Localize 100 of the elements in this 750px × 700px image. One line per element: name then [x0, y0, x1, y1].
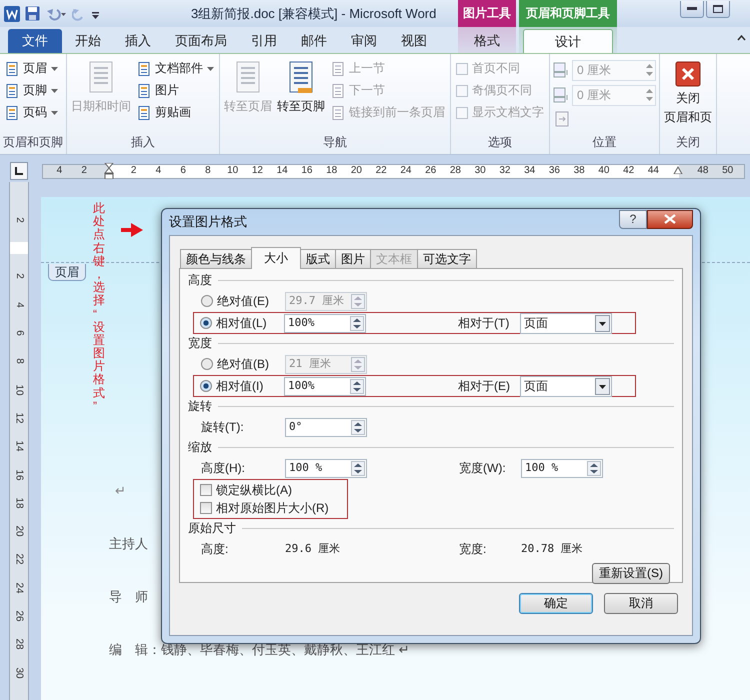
spin-field[interactable]: 100 % [521, 458, 603, 478]
radio-label: 相对值(I) [216, 378, 264, 394]
ribbon-button[interactable]: 剪贴画 [135, 103, 216, 122]
maximize-button[interactable] [706, 1, 730, 18]
ok-button[interactable]: 确定 [519, 593, 593, 614]
ruler-number: 48 [696, 165, 710, 177]
ruler-number: 4 [13, 302, 25, 308]
ribbon-tab[interactable]: 视图 [390, 29, 438, 53]
ruler-number: 24 [399, 165, 412, 177]
ribbon-button[interactable]: 文档部件 [135, 59, 216, 78]
ruler-number: 18 [325, 165, 338, 177]
tab-stop-icon [15, 167, 23, 175]
spin-field[interactable]: 100 % [285, 458, 367, 478]
ruler-number: 44 [646, 165, 660, 177]
cancel-button[interactable]: 取消 [604, 593, 678, 614]
ribbon-tab[interactable]: 页面布局 [164, 29, 238, 53]
dialog-tab[interactable]: 大小 [251, 247, 301, 269]
radio-label: 绝对值(B) [217, 356, 269, 372]
checkbox[interactable] [200, 502, 212, 514]
close-icon [675, 61, 701, 87]
checkbox[interactable] [200, 484, 212, 496]
dropdown[interactable]: 页面 [520, 376, 612, 396]
ruler-number: 36 [548, 165, 561, 177]
undo-icon[interactable] [45, 6, 67, 20]
ribbon-button[interactable]: 页脚 [3, 81, 60, 100]
radio-button[interactable] [200, 316, 212, 329]
spin-arrows-icon [351, 460, 365, 476]
ruler-number: 10 [226, 165, 240, 177]
field-label: 高度(H): [201, 460, 246, 476]
field-label: 旋转(T): [201, 420, 245, 434]
ruler-number: 16 [300, 165, 314, 177]
ribbon-button[interactable]: 页码 [3, 103, 60, 122]
ribbon-group-label: 关闭 [675, 135, 701, 151]
paragraph-mark: ↵ [115, 483, 126, 498]
section-title: 缩放 [188, 440, 212, 455]
ribbon-group-label: 位置 [592, 135, 618, 151]
dialog-tab[interactable]: 版式 [300, 249, 336, 268]
ruler-number: 26 [424, 165, 438, 177]
dialog-tab[interactable]: 可选文字 [417, 249, 477, 268]
ruler-margin-marker [10, 242, 28, 254]
ribbon-button[interactable]: 图片 [135, 81, 216, 100]
file-tab[interactable]: 文件 [8, 29, 62, 53]
page-icon [331, 84, 345, 98]
field-label: 宽度(W): [459, 460, 507, 476]
dialog-tab[interactable]: 颜色与线条 [180, 249, 252, 268]
ruler-number: 34 [523, 165, 536, 177]
page-icon [137, 84, 151, 98]
spin-field[interactable]: 100% [284, 376, 366, 396]
collapse-ribbon-icon[interactable] [737, 35, 746, 42]
dropdown[interactable]: 页面 [520, 312, 612, 334]
ruler-number: 12 [13, 412, 25, 424]
ribbon-tab[interactable]: 插入 [114, 29, 162, 53]
ruler-number: 22 [374, 165, 388, 177]
indent-marker-icon[interactable] [104, 163, 114, 179]
save-icon [25, 6, 40, 21]
field-value: 29.6 厘米 [285, 542, 342, 556]
spin-arrows-icon [646, 88, 653, 102]
spin-arrows-icon [351, 356, 365, 372]
ruler-number: 30 [474, 165, 487, 177]
field-label: 高度: [201, 542, 230, 556]
ruler-number: 2 [130, 165, 138, 177]
ruler-number: 40 [597, 165, 610, 177]
ribbon-button[interactable]: 页眉 [3, 59, 60, 78]
app-icon [4, 6, 20, 22]
ribbon-group-label: 导航 [322, 135, 348, 151]
spin-arrows-icon [350, 316, 364, 330]
ribbon-tab[interactable]: 开始 [64, 29, 112, 53]
ruler-number: 6 [13, 330, 25, 336]
close-header-footer-button[interactable]: 关闭 页眉和页 [663, 57, 713, 135]
ribbon-tab[interactable]: 引用 [240, 29, 288, 53]
minimize-button[interactable] [680, 1, 704, 18]
window-title: 3组新简报.doc [兼容模式] - Microsoft Word [191, 6, 436, 22]
ribbon-group-label: 插入 [130, 135, 156, 151]
ribbon-tab[interactable]: 审阅 [340, 29, 388, 53]
radio-label: 相对值(L) [216, 316, 267, 330]
tab-selector-button[interactable] [10, 162, 28, 180]
ribbon-tab[interactable]: 邮件 [290, 29, 338, 53]
caret-icon [595, 314, 610, 332]
spin-arrows-icon [351, 294, 365, 308]
indent-marker-icon[interactable] [673, 166, 684, 174]
ruler-number: 8 [204, 165, 212, 177]
section-title: 旋转 [188, 399, 212, 414]
document-text: 导 师 [109, 589, 148, 604]
ribbon-group-label: 页眉和页脚 [3, 135, 63, 151]
close-button[interactable] [647, 210, 693, 228]
ruler-number: 32 [498, 165, 512, 177]
ruler-number: 38 [572, 165, 586, 177]
spin-field[interactable]: 0° [285, 418, 367, 436]
checkbox-label: 相对原始图片大小(R) [216, 500, 329, 516]
dialog-tab[interactable]: 图片 [335, 249, 371, 268]
reset-button[interactable]: 重新设置(S) [592, 563, 670, 584]
checkbox-label: 显示文档文字 [472, 105, 544, 120]
page-icon [137, 106, 151, 120]
ribbon-tab[interactable]: 设计 [523, 29, 613, 53]
spin-field[interactable]: 100% [284, 314, 366, 332]
ruler-number: 4 [56, 165, 64, 177]
radio-button[interactable] [200, 380, 212, 392]
section-title: 高度 [188, 273, 212, 288]
ribbon-button[interactable]: 转至页脚 [276, 57, 326, 135]
help-button[interactable]: ? [619, 210, 647, 228]
